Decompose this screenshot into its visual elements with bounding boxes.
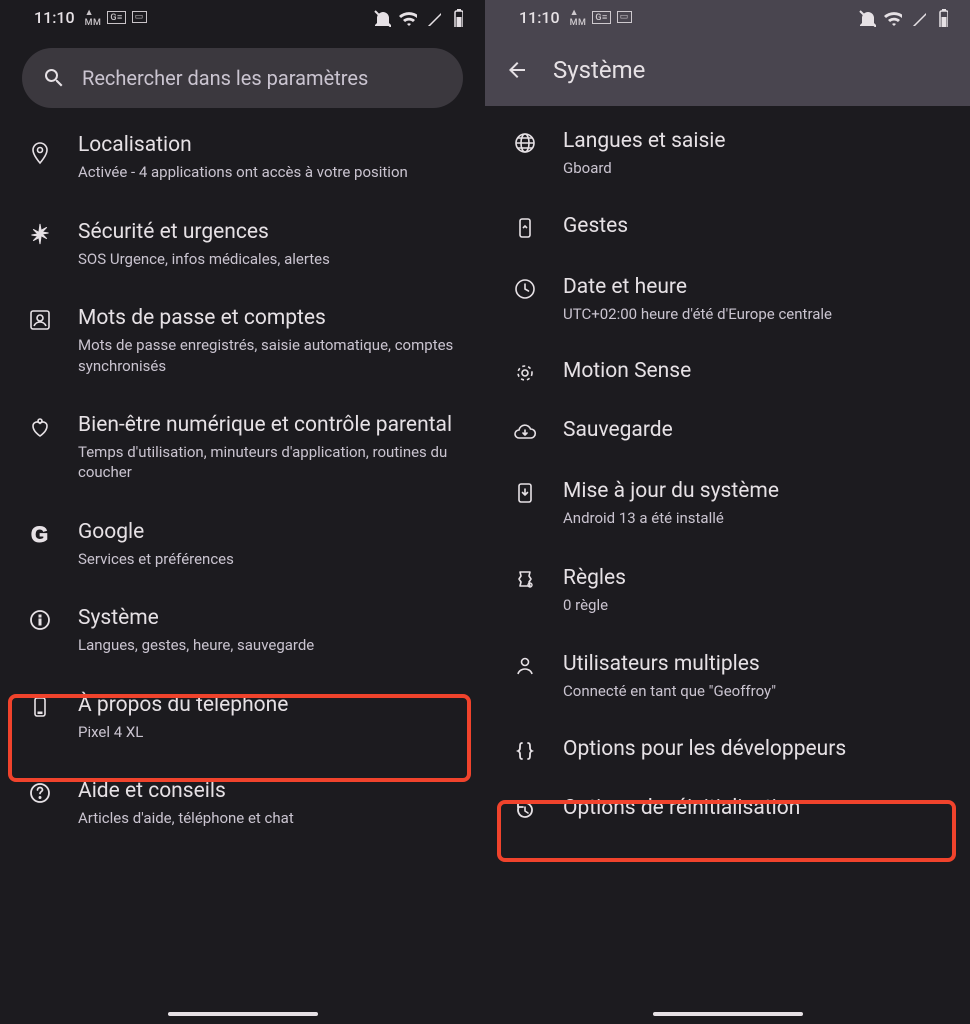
settings-item-phonebox[interactable]: À propos du téléphone Pixel 4 XL (0, 674, 485, 761)
settings-item-restore[interactable]: Options de réinitialisation (485, 779, 970, 838)
item-title: Google (78, 519, 465, 545)
settings-item-asterisk[interactable]: Sécurité et urgences SOS Urgence, infos m… (0, 201, 485, 288)
dnd-icon (856, 7, 876, 27)
back-button[interactable] (505, 58, 529, 82)
item-subtitle: Services et préférences (78, 549, 465, 569)
app-bar-title: Système (553, 56, 645, 84)
battery-icon (932, 7, 948, 27)
help-icon (24, 778, 56, 805)
download-icon (509, 478, 541, 505)
item-title: Mots de passe et comptes (78, 305, 465, 331)
mm-icon: ▲MM (570, 7, 587, 28)
item-subtitle: Android 13 a été installé (563, 508, 950, 528)
news-icon: G≡ (592, 11, 610, 24)
item-subtitle: Pixel 4 XL (78, 722, 465, 742)
gesture-nav-bar[interactable] (485, 1012, 970, 1016)
info-icon (24, 605, 56, 632)
search-settings[interactable]: Rechercher dans les paramètres (22, 48, 463, 108)
status-time: 11:10 (34, 8, 75, 27)
news-icon: G≡ (107, 11, 125, 24)
status-time: 11:10 (519, 8, 560, 27)
item-title: À propos du téléphone (78, 692, 465, 718)
system-list[interactable]: Langues et saisie Gboard Gestes Date et heu… (485, 106, 970, 838)
item-subtitle: Temps d'utilisation, minuteurs d'applica… (78, 442, 465, 483)
item-subtitle: Articles d'aide, téléphone et chat (78, 808, 465, 828)
settings-main-screen: 11:10 ▲MM G≡ ▭ Rechercher dans les param… (0, 0, 485, 1024)
item-title: Langues et saisie (563, 128, 950, 154)
settings-item-gesture[interactable]: Gestes (485, 197, 970, 256)
settings-item-braces[interactable]: Options pour les développeurs (485, 720, 970, 779)
settings-item-clock[interactable]: Date et heure UTC+02:00 heure d'été d'Eur… (485, 256, 970, 343)
item-title: Sécurité et urgences (78, 219, 465, 245)
settings-item-help[interactable]: Aide et conseils Articles d'aide, télépho… (0, 760, 485, 847)
globe-icon (509, 128, 541, 155)
dnd-icon (371, 7, 391, 27)
accountbox-icon (24, 305, 56, 332)
rules-icon (509, 565, 541, 592)
item-subtitle: 0 règle (563, 595, 950, 615)
location-icon (24, 138, 56, 165)
settings-item-motion[interactable]: Motion Sense (485, 342, 970, 401)
item-subtitle: UTC+02:00 heure d'été d'Europe centrale (563, 304, 950, 324)
gesture-icon (509, 213, 541, 240)
mm-icon: ▲MM (85, 7, 102, 28)
signal-icon (908, 8, 926, 26)
settings-item-accountbox[interactable]: Mots de passe et comptes Mots de passe en… (0, 287, 485, 394)
item-subtitle: Gboard (563, 158, 950, 178)
settings-item-google[interactable]: Google Services et préférences (0, 501, 485, 588)
item-subtitle: Activée - 4 applications ont accès à vot… (78, 162, 465, 182)
item-title: Localisation (78, 132, 465, 158)
item-title: Système (78, 605, 465, 631)
item-title: Options pour les développeurs (563, 736, 950, 762)
signal-icon (423, 8, 441, 26)
card-icon: ▭ (617, 11, 632, 23)
item-title: Motion Sense (563, 358, 950, 384)
phonebox-icon (24, 692, 56, 719)
user-icon (509, 651, 541, 678)
google-icon (24, 519, 56, 546)
settings-item-location[interactable]: Localisation Activée - 4 applications ont… (0, 120, 485, 201)
item-subtitle: SOS Urgence, infos médicales, alertes (78, 249, 465, 269)
item-title: Mise à jour du système (563, 478, 950, 504)
motion-icon (509, 358, 541, 385)
item-title: Sauvegarde (563, 417, 950, 443)
item-title: Utilisateurs multiples (563, 651, 950, 677)
item-subtitle: Connecté en tant que "Geoffroy" (563, 681, 950, 701)
wifi-icon (397, 7, 417, 27)
restore-icon (509, 795, 541, 822)
settings-item-info[interactable]: Système Langues, gestes, heure, sauvegard… (0, 587, 485, 674)
settings-item-globe[interactable]: Langues et saisie Gboard (485, 110, 970, 197)
battery-icon (447, 7, 463, 27)
clock-icon (509, 274, 541, 301)
item-subtitle: Langues, gestes, heure, sauvegarde (78, 635, 465, 655)
status-bar: 11:10 ▲MM G≡ ▭ (485, 0, 970, 34)
settings-item-rules[interactable]: Règles 0 règle (485, 547, 970, 634)
card-icon: ▭ (132, 11, 147, 23)
wifi-icon (882, 7, 902, 27)
item-title: Date et heure (563, 274, 950, 300)
item-subtitle: Mots de passe enregistrés, saisie automa… (78, 335, 465, 376)
settings-item-download[interactable]: Mise à jour du système Android 13 a été i… (485, 460, 970, 547)
app-bar: Système (485, 34, 970, 106)
asterisk-icon (24, 219, 56, 246)
search-placeholder: Rechercher dans les paramètres (82, 66, 368, 90)
cloud-icon (509, 417, 541, 444)
wellbeing-icon (24, 412, 56, 439)
item-title: Aide et conseils (78, 778, 465, 804)
status-bar: 11:10 ▲MM G≡ ▭ (0, 0, 485, 34)
item-title: Règles (563, 565, 950, 591)
braces-icon (509, 736, 541, 763)
settings-item-user[interactable]: Utilisateurs multiples Connecté en tant q… (485, 633, 970, 720)
search-icon (42, 66, 66, 90)
item-title: Bien-être numérique et contrôle parental (78, 412, 465, 438)
settings-item-wellbeing[interactable]: Bien-être numérique et contrôle parental… (0, 394, 485, 501)
item-title: Gestes (563, 213, 950, 239)
settings-item-cloud[interactable]: Sauvegarde (485, 401, 970, 460)
gesture-nav-bar[interactable] (0, 1012, 485, 1016)
settings-list[interactable]: Localisation Activée - 4 applications ont… (0, 114, 485, 847)
system-settings-screen: 11:10 ▲MM G≡ ▭ Système Langues et saisie… (485, 0, 970, 1024)
item-title: Options de réinitialisation (563, 795, 950, 821)
